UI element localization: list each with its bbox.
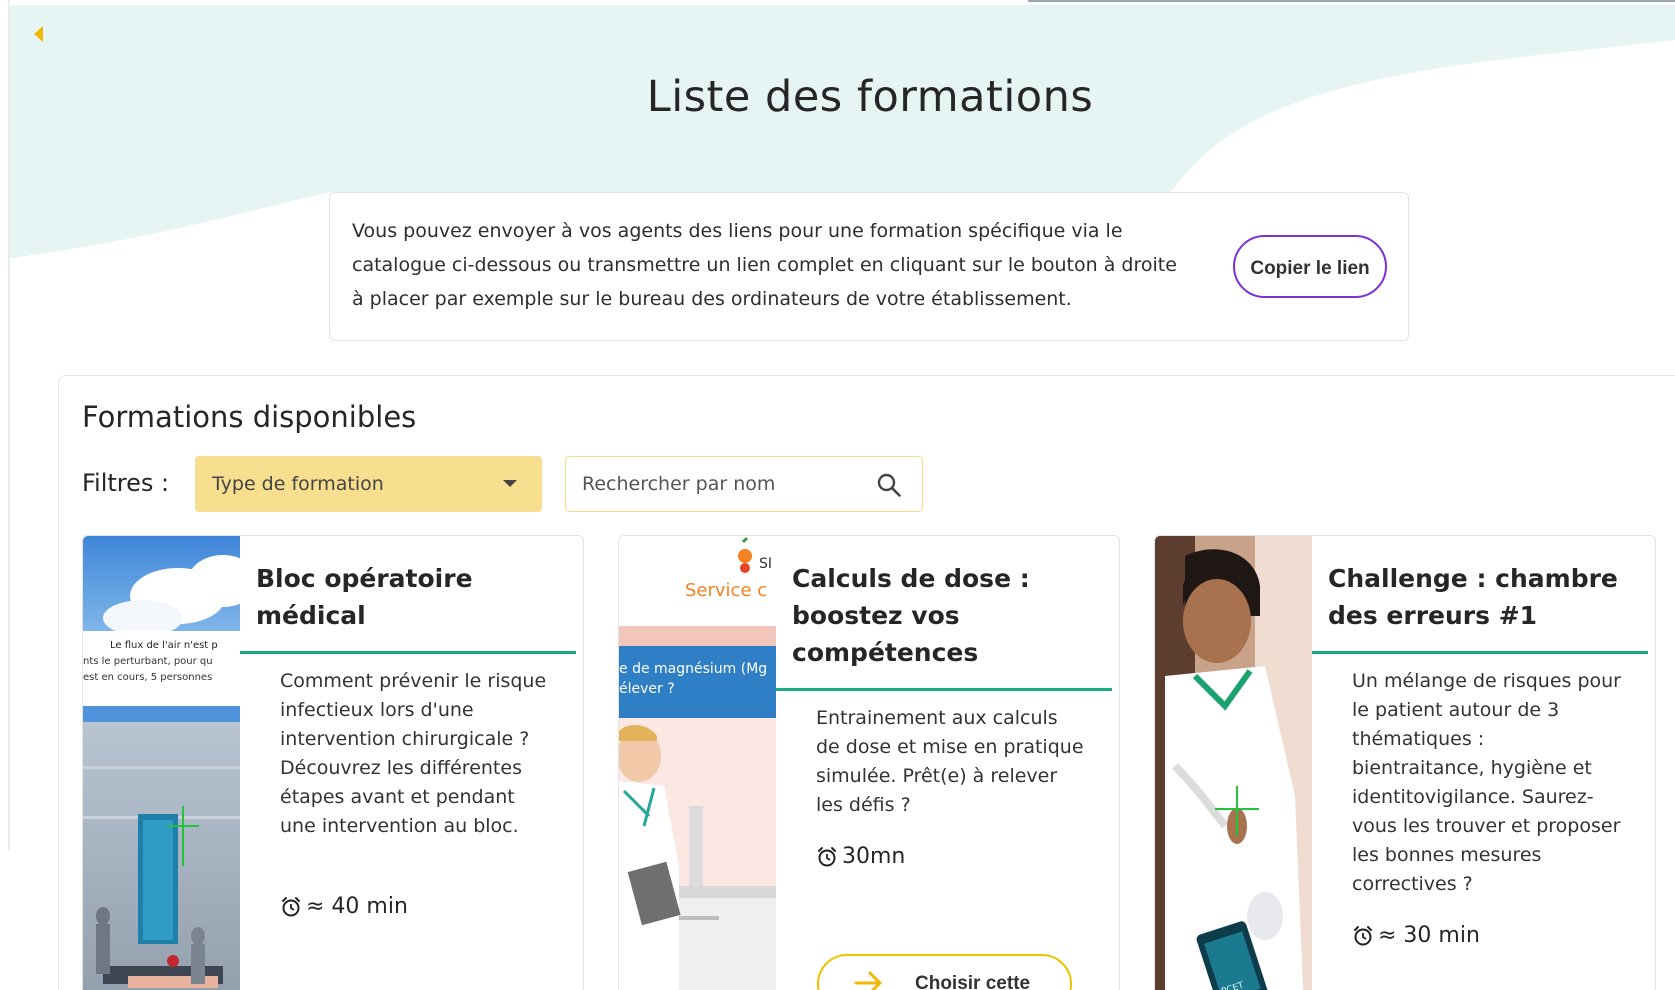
chevron-left-icon <box>33 26 43 42</box>
left-edge-divider <box>8 0 10 850</box>
card-title-underline <box>1312 651 1648 654</box>
card-duration-value: ≈ 40 min <box>306 894 408 919</box>
search-input[interactable] <box>582 457 872 511</box>
info-text: Vous pouvez envoyer à vos agents des lie… <box>352 220 1177 310</box>
card-title: Calculs de dose : boostez vos compétence… <box>792 564 1030 667</box>
choose-training-button-label: Choisir cette <box>915 973 1031 990</box>
training-card-calculs-de-dose[interactable]: SI Service c e de magnésium (Mg élever ?… <box>618 535 1120 990</box>
card-image-text: élever ? <box>619 681 675 697</box>
card-image-text: est en cours, 5 personnes <box>83 672 212 683</box>
info-box: Vous pouvez envoyer à vos agents des lie… <box>329 192 1409 341</box>
card-duration: 30mn <box>816 844 905 869</box>
card-title-underline <box>776 688 1112 691</box>
card-title: Bloc opératoire médical <box>256 564 473 630</box>
caret-down-icon <box>503 480 517 487</box>
copy-link-button[interactable]: Copier le lien <box>1233 235 1387 298</box>
card-image-text: e de magnésium (Mg <box>619 661 767 677</box>
card-image-nurse: SI Service c e de magnésium (Mg élever ? <box>619 536 776 990</box>
search-box <box>565 456 923 512</box>
catalog-title: Formations disponibles <box>82 400 417 434</box>
card-image-text: SI <box>759 556 772 572</box>
choose-training-button[interactable]: Choisir cette <box>817 954 1072 990</box>
top-edge-divider <box>1028 0 1675 2</box>
card-title: Challenge : chambre des erreurs #1 <box>1328 564 1618 630</box>
card-duration-value: ≈ 30 min <box>1378 923 1480 948</box>
search-icon[interactable] <box>876 472 902 498</box>
card-image-nurse-scanner: PCET <box>1155 536 1312 990</box>
card-title-underline <box>240 651 576 654</box>
alarm-clock-icon <box>282 896 300 916</box>
training-type-select[interactable]: Type de formation <box>195 456 542 512</box>
training-type-select-value: Type de formation <box>212 473 384 495</box>
card-image-text: Service c <box>685 580 767 601</box>
training-card-bloc-operatoire[interactable]: Le flux de l'air n'est p nts le perturba… <box>82 535 584 990</box>
card-body: Bloc opératoire médical Comment prévenir… <box>240 536 583 990</box>
back-button[interactable] <box>28 24 48 44</box>
card-image-text: Le flux de l'air n'est p <box>110 640 218 651</box>
training-card-chambre-des-erreurs[interactable]: PCET Challenge : chambre des erreurs #1 … <box>1154 535 1656 990</box>
alarm-clock-icon <box>818 846 836 866</box>
card-description: Entrainement aux calculs de dose et mise… <box>816 707 1084 816</box>
card-image-text: nts le perturbant, pour qu <box>83 656 213 667</box>
card-image-operating-room: Le flux de l'air n'est p nts le perturba… <box>83 536 240 990</box>
card-duration: ≈ 30 min <box>1352 923 1480 948</box>
filters-label: Filtres : <box>82 469 170 497</box>
page-title: Liste des formations <box>646 72 1094 122</box>
card-duration-value: 30mn <box>842 844 906 869</box>
card-description: Comment prévenir le risque infectieux lo… <box>280 670 547 837</box>
alarm-clock-icon <box>1354 925 1372 945</box>
card-description: Un mélange de risques pour le patient au… <box>1352 670 1621 895</box>
arrow-right-icon <box>854 971 882 990</box>
card-duration: ≈ 40 min <box>280 894 408 919</box>
card-body: Challenge : chambre des erreurs #1 Un mé… <box>1312 536 1655 990</box>
card-body: Calculs de dose : boostez vos compétence… <box>776 536 1119 990</box>
catalog-panel: Formations disponibles Filtres : Type de… <box>58 375 1675 990</box>
